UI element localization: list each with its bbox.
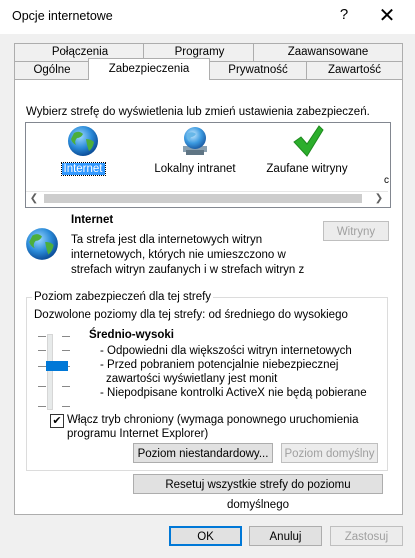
custom-level-button[interactable]: Poziom niestandardowy... — [133, 443, 273, 463]
security-slider-thumb[interactable] — [46, 361, 68, 371]
scroll-thumb[interactable] — [44, 194, 362, 203]
reset-all-zones-button[interactable]: Resetuj wszystkie strefy do poziomu domy… — [133, 474, 383, 511]
globe-icon — [66, 124, 100, 158]
checkmark-icon — [290, 124, 324, 158]
zone-label: Internet — [60, 162, 106, 176]
zone-trusted-sites[interactable]: Zaufane witryny — [262, 124, 352, 175]
zone-internet[interactable]: Internet — [38, 124, 128, 176]
globe-icon — [24, 226, 60, 262]
allowed-levels-text: Dozwolone poziomy dla tej strefy: od śre… — [34, 309, 348, 321]
tab-zaawansowane[interactable]: Zaawansowane — [253, 43, 403, 61]
zone-description: Ta strefa jest dla internetowych witryn … — [71, 234, 305, 276]
zone-scrollbar[interactable]: ❮ ❯ — [26, 191, 388, 206]
protected-mode-label: Włącz tryb chroniony (wymaga ponownego u… — [67, 414, 359, 440]
level-description: - Odpowiedni dla większości witryn inter… — [100, 345, 367, 399]
cancel-button[interactable]: Anuluj — [249, 526, 322, 546]
security-level-legend: Poziom zabezpieczeń dla tej strefy — [34, 291, 212, 303]
slider-tick — [62, 406, 70, 407]
window-title: Opcje internetowe — [12, 9, 113, 23]
help-button[interactable]: ? — [336, 6, 352, 23]
intranet-globe-icon — [178, 124, 212, 158]
tab-zabezpieczenia[interactable]: Zabezpieczenia — [88, 58, 210, 80]
default-level-button[interactable]: Poziom domyślny — [281, 443, 378, 463]
slider-tick — [38, 386, 46, 387]
slider-tick — [38, 406, 46, 407]
tab-prywatnosc[interactable]: Prywatność — [207, 61, 309, 79]
level-name: Średnio-wysoki — [89, 329, 174, 341]
zone-label: Lokalny intranet — [154, 163, 236, 175]
close-button[interactable]: ✕ — [376, 3, 398, 28]
apply-button[interactable]: Zastosuj — [330, 526, 403, 546]
scroll-right-arrow-icon[interactable]: ❯ — [372, 192, 386, 206]
zone-name: Internet — [71, 214, 114, 226]
zone-partial-label: c — [384, 175, 389, 186]
slider-tick — [62, 350, 70, 351]
slider-tick — [62, 386, 70, 387]
tab-zawartosc[interactable]: Zawartość — [306, 61, 403, 79]
zone-local-intranet[interactable]: Lokalny intranet — [150, 124, 240, 175]
tab-ogolne[interactable]: Ogólne — [14, 61, 90, 79]
security-slider-track[interactable] — [47, 334, 53, 410]
zone-prompt: Wybierz strefę do wyświetlenia lub zmień… — [26, 106, 370, 118]
sites-button[interactable]: Witryny — [323, 221, 389, 241]
protected-mode-checkbox[interactable]: ✔ — [50, 414, 64, 428]
scroll-left-arrow-icon[interactable]: ❮ — [27, 192, 41, 206]
ok-button[interactable]: OK — [169, 526, 242, 546]
slider-tick — [38, 350, 46, 351]
zone-label: Zaufane witryny — [266, 163, 348, 175]
slider-tick — [62, 336, 70, 337]
slider-tick — [38, 366, 46, 367]
slider-tick — [38, 336, 46, 337]
